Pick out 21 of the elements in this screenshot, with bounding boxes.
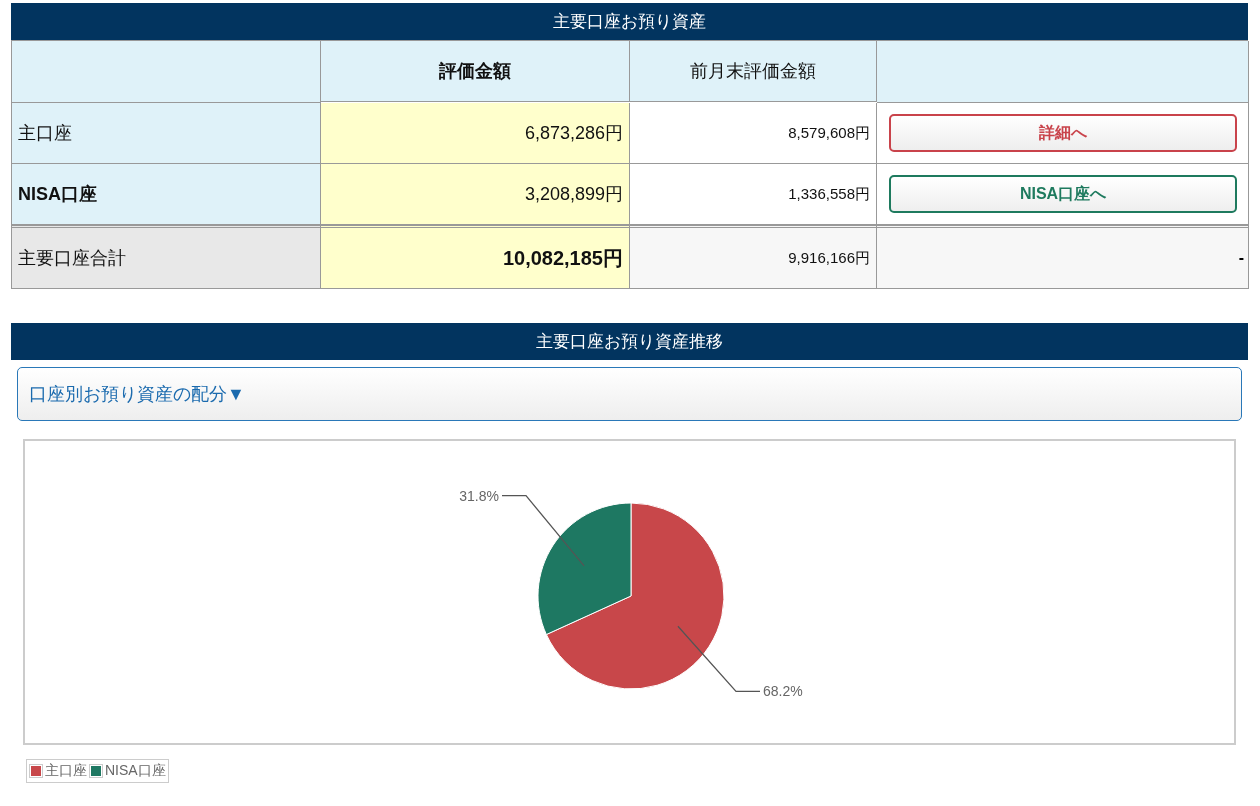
table-cell: 10,082,185円 [321,225,630,289]
table-cell: 6,873,286円 [321,103,630,164]
table-cell: 9,916,166円 [630,225,877,289]
link-button[interactable]: 詳細へ [889,114,1237,152]
data-label: 68.2% [763,683,803,700]
column-header: 前月末評価金額 [630,41,877,102]
table-cell: - [1238,249,1244,267]
link-button[interactable]: NISA口座へ [889,175,1237,213]
column-header: 評価金額 [321,41,630,102]
table-cell: 8,579,608円 [630,103,877,164]
row-header: NISA口座 [12,164,321,225]
legend-label: NISA口座 [105,762,166,780]
data-label: 31.8% [459,487,499,504]
dropdown-toggle[interactable]: 口座別お預り資産の配分▼ [17,367,1242,421]
table-cell: 3,208,899円 [321,164,630,225]
section-title: 主要口座お預り資産推移 [11,323,1248,360]
section-title: 主要口座お預り資産 [11,3,1248,40]
table-cell: 1,336,558円 [630,164,877,225]
row-header: 主口座 [12,103,321,164]
row-header: 主要口座合計 [12,225,321,289]
legend-label: 主口座 [45,762,87,780]
